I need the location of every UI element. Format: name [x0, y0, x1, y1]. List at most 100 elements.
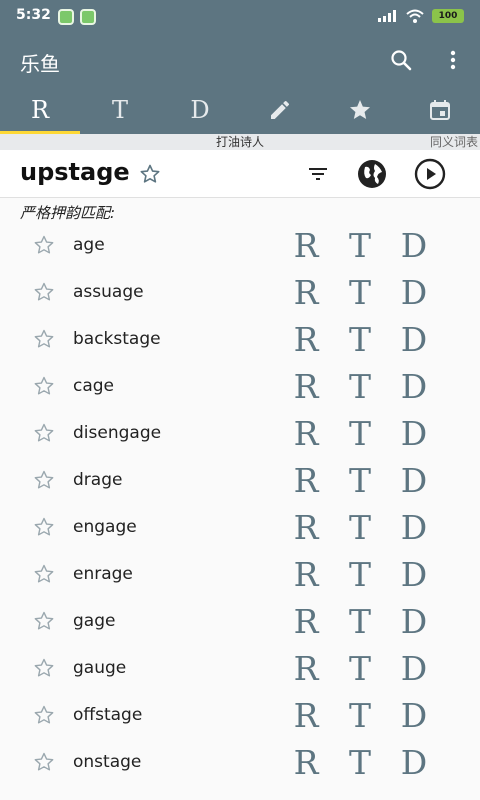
rhyme-lookup-button[interactable]: R [286, 555, 326, 594]
list-item[interactable]: age R T D [0, 222, 480, 269]
thesaurus-lookup-button[interactable]: T [340, 320, 380, 359]
notification-icon [80, 9, 96, 25]
rhyme-word[interactable]: engage [73, 517, 137, 537]
wifi-icon [406, 9, 424, 23]
star-outline-icon [34, 423, 54, 442]
tab-compose[interactable] [240, 86, 320, 134]
thesaurus-lookup-button[interactable]: T [340, 273, 380, 312]
list-item[interactable]: disengage R T D [0, 410, 480, 457]
tab-dictionary[interactable]: D [160, 86, 240, 134]
thesaurus-lookup-button[interactable]: T [340, 555, 380, 594]
rhyme-word[interactable]: cage [73, 376, 114, 396]
favorite-star-button[interactable] [32, 609, 56, 633]
rhyme-lookup-button[interactable]: R [286, 461, 326, 500]
rhyme-word[interactable]: onstage [73, 752, 141, 772]
rhyme-word[interactable]: backstage [73, 329, 161, 349]
favorite-star-button[interactable] [32, 374, 56, 398]
favorite-star-button[interactable] [32, 656, 56, 680]
rhyme-lookup-button[interactable]: R [286, 743, 326, 782]
dictionary-lookup-button[interactable]: D [394, 649, 434, 688]
favorite-star-button[interactable] [32, 327, 56, 351]
app-bar: 乐鱼 [0, 34, 480, 86]
rhyme-lookup-button[interactable]: R [286, 367, 326, 406]
dictionary-lookup-button[interactable]: D [394, 555, 434, 594]
rhyme-lookup-button[interactable]: R [286, 226, 326, 265]
favorite-star-button[interactable] [32, 515, 56, 539]
thesaurus-lookup-button[interactable]: T [340, 508, 380, 547]
rhyme-word[interactable]: gage [73, 611, 115, 631]
list-item[interactable]: cage R T D [0, 363, 480, 410]
tab-thesaurus[interactable]: T [80, 86, 160, 134]
thesaurus-lookup-button[interactable]: T [340, 414, 380, 453]
list-item[interactable]: onstage R T D [0, 739, 480, 786]
word-title: upstage [20, 158, 130, 186]
dictionary-lookup-button[interactable]: D [394, 414, 434, 453]
rhyme-lookup-button[interactable]: R [286, 649, 326, 688]
signal-icon [378, 10, 396, 22]
rhyme-lookup-button[interactable]: R [286, 508, 326, 547]
rhyme-word[interactable]: gauge [73, 658, 126, 678]
list-item[interactable]: gauge R T D [0, 645, 480, 692]
tab-rhymes[interactable]: R [0, 86, 80, 134]
tab-calendar[interactable] [400, 86, 480, 134]
dictionary-lookup-button[interactable]: D [394, 367, 434, 406]
favorite-star-button[interactable] [32, 233, 56, 257]
subtitle-right: 同义词表 [429, 135, 478, 149]
favorite-star-button[interactable] [32, 280, 56, 304]
favorite-star-button[interactable] [32, 421, 56, 445]
list-item[interactable]: gage R T D [0, 598, 480, 645]
more-vert-icon [450, 50, 456, 70]
rhyme-word[interactable]: assuage [73, 282, 144, 302]
dictionary-lookup-button[interactable]: D [394, 273, 434, 312]
dictionary-lookup-button[interactable]: D [394, 320, 434, 359]
dictionary-lookup-button[interactable]: D [394, 602, 434, 641]
thesaurus-lookup-button[interactable]: T [340, 743, 380, 782]
dictionary-lookup-button[interactable]: D [394, 508, 434, 547]
rhyme-word[interactable]: enrage [73, 564, 133, 584]
star-outline-icon [34, 658, 54, 677]
filter-button[interactable] [302, 158, 334, 190]
search-button[interactable] [387, 46, 415, 74]
thesaurus-lookup-button[interactable]: T [340, 367, 380, 406]
list-item[interactable]: assuage R T D [0, 269, 480, 316]
thesaurus-lookup-button[interactable]: T [340, 226, 380, 265]
favorite-star-button[interactable] [32, 468, 56, 492]
thesaurus-lookup-button[interactable]: T [340, 649, 380, 688]
list-item[interactable]: backstage R T D [0, 316, 480, 363]
star-outline-icon [34, 470, 54, 489]
web-lookup-button[interactable] [356, 158, 388, 190]
rhyme-word[interactable]: drage [73, 470, 122, 490]
favorite-star-button[interactable] [32, 750, 56, 774]
thesaurus-lookup-button[interactable]: T [340, 461, 380, 500]
star-outline-icon [34, 517, 54, 536]
dictionary-lookup-button[interactable]: D [394, 696, 434, 735]
dictionary-lookup-button[interactable]: D [394, 461, 434, 500]
star-outline-icon [34, 752, 54, 771]
favorite-star-button[interactable] [32, 562, 56, 586]
rhyme-lookup-button[interactable]: R [286, 696, 326, 735]
dictionary-lookup-button[interactable]: D [394, 226, 434, 265]
list-item[interactable]: drage R T D [0, 457, 480, 504]
star-outline-icon [34, 329, 54, 348]
favorite-star-button[interactable] [32, 703, 56, 727]
play-pronunciation-button[interactable] [414, 158, 446, 190]
favorite-word-button[interactable] [134, 158, 166, 190]
rhyme-lookup-button[interactable]: R [286, 320, 326, 359]
status-bar: 5:32 100 [0, 0, 480, 34]
rhyme-word[interactable]: age [73, 235, 105, 255]
thesaurus-lookup-button[interactable]: T [340, 696, 380, 735]
status-time: 5:32 [16, 7, 51, 23]
tab-favorites[interactable] [320, 86, 400, 134]
rhyme-word[interactable]: offstage [73, 705, 142, 725]
rhyme-lookup-button[interactable]: R [286, 602, 326, 641]
rhyme-list: age R T Dassuage R T Dbackstage R T Dcage R T Ddisen… [0, 222, 480, 786]
list-item[interactable]: offstage R T D [0, 692, 480, 739]
overflow-menu-button[interactable] [439, 46, 467, 74]
rhyme-lookup-button[interactable]: R [286, 273, 326, 312]
list-item[interactable]: enrage R T D [0, 551, 480, 598]
list-item[interactable]: engage R T D [0, 504, 480, 551]
dictionary-lookup-button[interactable]: D [394, 743, 434, 782]
rhyme-lookup-button[interactable]: R [286, 414, 326, 453]
thesaurus-lookup-button[interactable]: T [340, 602, 380, 641]
rhyme-word[interactable]: disengage [73, 423, 161, 443]
